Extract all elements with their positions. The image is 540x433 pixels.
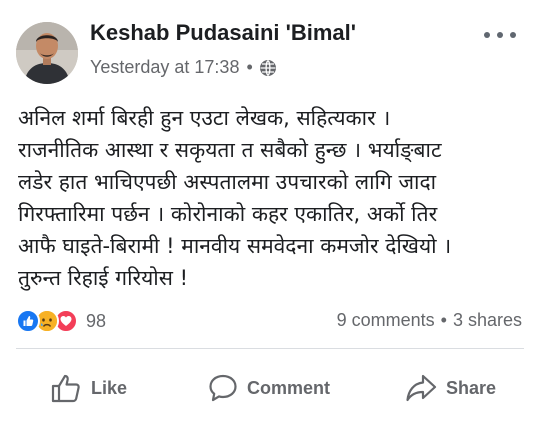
like-button[interactable]: Like <box>50 368 127 408</box>
share-arrow-icon <box>406 374 437 402</box>
like-reaction-icon <box>16 309 40 333</box>
reactions-summary[interactable]: 98 <box>16 309 106 333</box>
thumbs-up-icon <box>51 374 80 403</box>
post-timestamp[interactable]: Yesterday at 17:38 <box>90 57 239 78</box>
post-text-line: आफै घाइते-बिरामी ! मानवीय समवेदना कमजोर … <box>18 234 452 258</box>
author-name[interactable]: Keshab Pudasaini 'Bimal' <box>90 20 356 46</box>
avatar-image <box>16 22 78 84</box>
share-button-label: Share <box>446 377 497 398</box>
post-card: Keshab Pudasaini 'Bimal' Yesterday at 17… <box>0 0 540 433</box>
divider <box>16 348 524 349</box>
comment-button-label: Comment <box>247 377 331 398</box>
counts-separator: • <box>440 310 447 330</box>
like-button-label: Like <box>91 377 128 398</box>
comment-button[interactable]: Comment <box>208 368 330 408</box>
reaction-count: 98 <box>86 310 107 331</box>
post-meta: Yesterday at 17:38 • <box>90 57 277 78</box>
globe-icon <box>259 59 277 77</box>
shares-count[interactable]: 3 shares <box>453 310 522 331</box>
post-text: अनिल शर्मा बिरही हुन एउटा लेखक, सहित्यका… <box>18 102 528 294</box>
post-text-line: राजनीतिक आस्था र सकृयता त सबैको हुन्छ । … <box>18 138 442 162</box>
post-text-line: लडेर हात भाचिएपछी अस्पतालमा उपचारको लागि… <box>18 170 437 194</box>
comment-bubble-icon <box>209 374 237 402</box>
share-button[interactable]: Share <box>405 368 496 408</box>
post-text-line: तुरुन्त रिहाई गरियोस ! <box>18 266 189 290</box>
engagement-counts: 9 comments • 3 shares <box>337 310 522 331</box>
post-text-line: अनिल शर्मा बिरही हुन एउटा लेखक, सहित्यका… <box>18 106 391 130</box>
comments-count[interactable]: 9 comments <box>337 310 435 331</box>
avatar[interactable] <box>16 22 78 84</box>
post-text-line: गिरफ्तारिमा पर्छन । कोरोनाको कहर एकातिर,… <box>18 202 438 226</box>
meta-separator: • <box>246 57 253 77</box>
more-options-icon[interactable] <box>484 26 516 44</box>
